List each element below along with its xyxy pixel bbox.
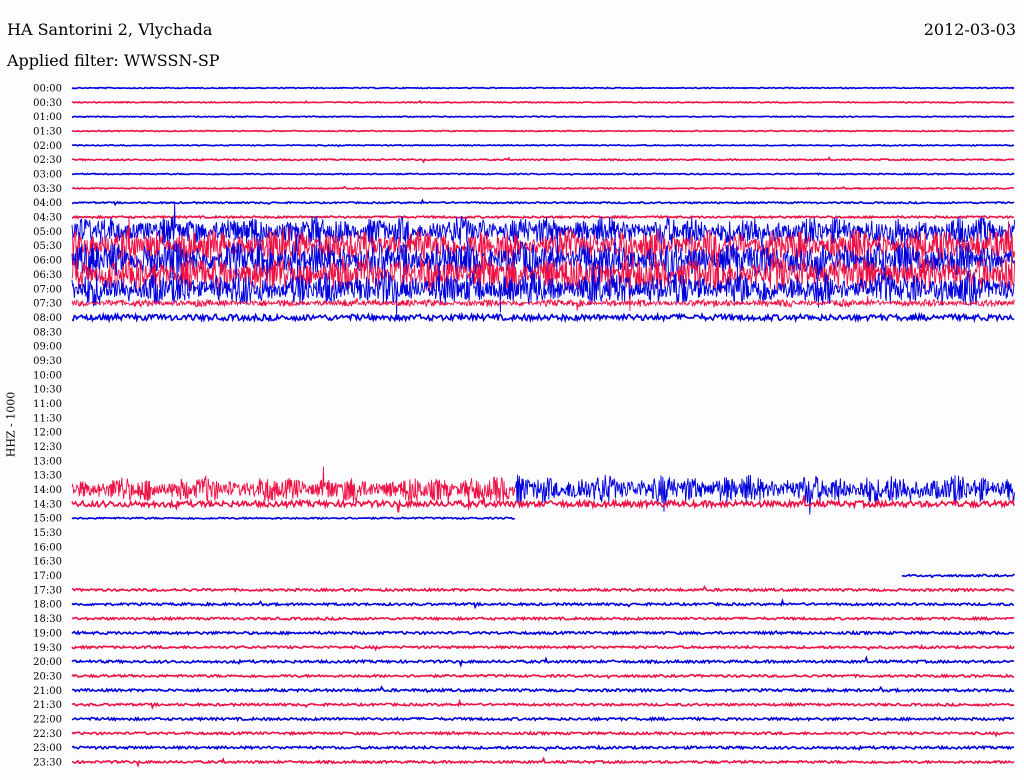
tick-label: 02:00 bbox=[33, 141, 62, 152]
tick-label: 10:00 bbox=[33, 370, 62, 381]
trace-1930-red bbox=[71, 643, 1015, 652]
tick-label: 07:00 bbox=[33, 284, 62, 295]
trace-1830-red bbox=[71, 615, 1015, 622]
tick-label: 17:00 bbox=[33, 571, 62, 582]
tick-label: 20:30 bbox=[33, 671, 62, 682]
trace-2200-blue bbox=[71, 715, 1015, 722]
tick-label: 21:00 bbox=[33, 686, 62, 697]
tick-label: 19:00 bbox=[33, 628, 62, 639]
tick-label: 00:00 bbox=[33, 84, 62, 95]
tick-label: 04:00 bbox=[33, 198, 62, 209]
tick-label: 20:00 bbox=[33, 657, 62, 668]
tick-label: 06:30 bbox=[33, 270, 62, 281]
tick-label: 09:00 bbox=[33, 342, 62, 353]
trace-0430-red bbox=[72, 214, 1015, 220]
tick-label: 19:30 bbox=[33, 643, 62, 654]
tick-label: 04:30 bbox=[33, 213, 62, 224]
trace-0330-red bbox=[71, 185, 1015, 191]
trace-0800-blue bbox=[71, 311, 1015, 324]
trace-0300-blue bbox=[71, 172, 1015, 176]
trace-0100-blue bbox=[72, 115, 1015, 119]
tick-label: 14:30 bbox=[33, 499, 62, 510]
tick-label: 14:00 bbox=[33, 485, 62, 496]
trace-2100-blue bbox=[71, 685, 1015, 694]
tick-label: 12:00 bbox=[33, 428, 62, 439]
tick-label: 01:00 bbox=[33, 112, 62, 123]
trace-0230-red bbox=[71, 156, 1015, 164]
trace-2230-red bbox=[71, 730, 1015, 738]
tick-label: 05:00 bbox=[33, 227, 62, 238]
tick-label: 00:30 bbox=[33, 98, 62, 109]
tick-label: 05:30 bbox=[33, 241, 62, 252]
time-tick-labels: 00:00 00:30 01:00 01:30 02:00 02:30 03:00 03:30… bbox=[33, 84, 62, 769]
trace-2330-red bbox=[71, 756, 1015, 768]
tick-label: 23:00 bbox=[33, 743, 62, 754]
tick-label: 18:30 bbox=[33, 614, 62, 625]
trace-0000-blue bbox=[71, 86, 1015, 90]
tick-label: 03:30 bbox=[33, 184, 62, 195]
trace-1400-blue bbox=[514, 474, 1015, 515]
tick-label: 08:30 bbox=[33, 327, 62, 338]
tick-label: 07:30 bbox=[33, 299, 62, 310]
trace-0030-red bbox=[72, 99, 1015, 104]
tick-label: 13:30 bbox=[33, 471, 62, 482]
tick-label: 09:30 bbox=[33, 356, 62, 367]
tick-label: 16:00 bbox=[33, 542, 62, 553]
tick-label: 21:30 bbox=[33, 700, 62, 711]
tick-label: 15:30 bbox=[33, 528, 62, 539]
tick-label: 13:00 bbox=[33, 456, 62, 467]
tick-label: 02:30 bbox=[33, 155, 62, 166]
trace-2000-blue bbox=[71, 655, 1015, 669]
trace-1500-blue bbox=[71, 516, 515, 521]
seismogram-traces bbox=[71, 86, 1016, 768]
tick-label: 03:00 bbox=[33, 170, 62, 181]
tick-label: 22:30 bbox=[33, 729, 62, 740]
trace-2030-red bbox=[71, 673, 1014, 680]
trace-1900-blue bbox=[71, 629, 1015, 636]
trace-1700-blue bbox=[901, 573, 1015, 579]
trace-2300-blue bbox=[71, 744, 1015, 752]
trace-0200-blue bbox=[71, 143, 1015, 148]
tick-label: 01:30 bbox=[33, 127, 62, 138]
trace-1800-blue bbox=[71, 598, 1015, 610]
tick-label: 15:00 bbox=[33, 514, 62, 525]
tick-label: 06:00 bbox=[33, 256, 62, 267]
tick-label: 18:00 bbox=[33, 600, 62, 611]
tick-label: 17:30 bbox=[33, 585, 62, 596]
tick-label: 22:00 bbox=[33, 714, 62, 725]
tick-label: 10:30 bbox=[33, 385, 62, 396]
trace-1730-red bbox=[71, 585, 1015, 593]
tick-label: 08:00 bbox=[33, 313, 62, 324]
tick-label: 12:30 bbox=[33, 442, 62, 453]
tick-label: 16:30 bbox=[33, 557, 62, 568]
trace-2130-red bbox=[71, 698, 1015, 710]
tick-label: 11:00 bbox=[33, 399, 62, 410]
trace-0730-red bbox=[71, 295, 1016, 311]
trace-0130-red bbox=[71, 129, 1015, 133]
trace-0400-blue bbox=[71, 198, 1015, 207]
helicorder-plot: 00:00 00:30 01:00 01:30 02:00 02:30 03:00 03:30… bbox=[33, 84, 1016, 769]
tick-label: 23:30 bbox=[33, 757, 62, 768]
tick-label: 11:30 bbox=[33, 413, 62, 424]
